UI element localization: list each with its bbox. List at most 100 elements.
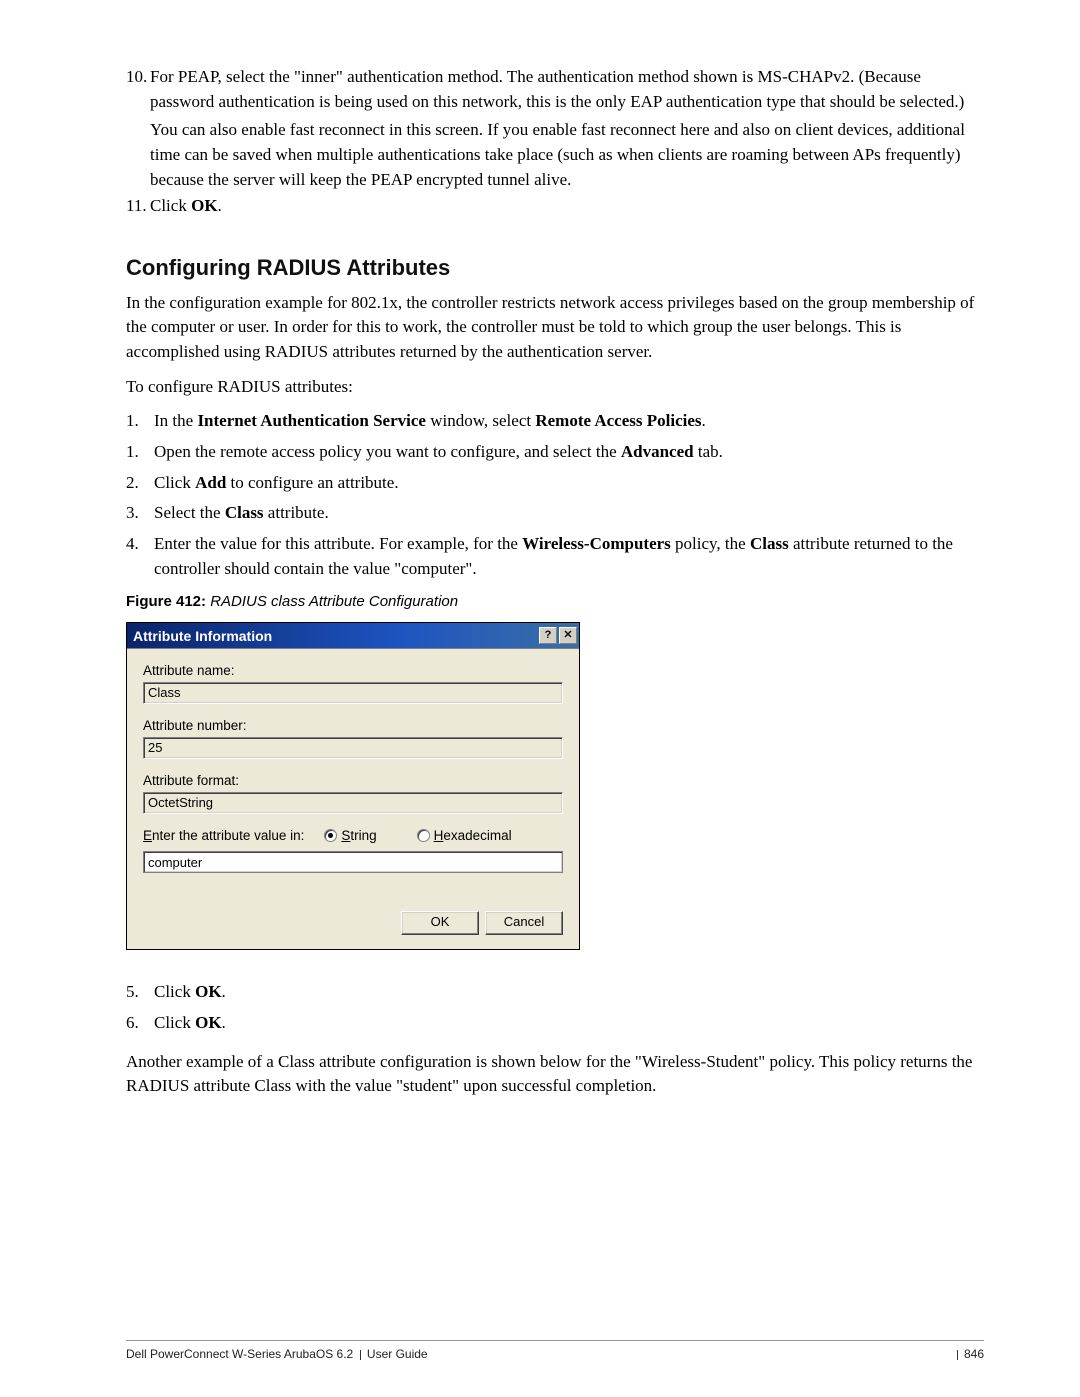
attribute-number-label: Attribute number:: [143, 718, 563, 733]
step-number: 4.: [126, 532, 148, 581]
radio-string-rest: tring: [350, 828, 376, 843]
footer-divider-icon: [957, 1350, 958, 1360]
step-number: 1.: [126, 409, 148, 434]
txt: .: [222, 982, 226, 1001]
radio-dot-icon: [328, 833, 333, 838]
step-number: 11.: [126, 194, 150, 219]
footer-page-number: 846: [964, 1347, 984, 1361]
txt: Open the remote access policy you want t…: [154, 442, 621, 461]
attribute-format-label: Attribute format:: [143, 773, 563, 788]
attribute-name-field: Class: [143, 682, 563, 704]
config-step-4: 4. Enter the value for this attribute. F…: [126, 532, 984, 581]
attribute-format-field: OctetString: [143, 792, 563, 814]
config-step-3: 3. Select the Class attribute.: [126, 501, 984, 526]
radio-icon: [324, 829, 337, 842]
lead-paragraph: To configure RADIUS attributes:: [126, 375, 984, 400]
txt-bold: Advanced: [621, 442, 694, 461]
txt: policy, the: [671, 534, 750, 553]
step-body: In the Internet Authentication Service w…: [154, 409, 984, 434]
txt-bold: Add: [195, 473, 226, 492]
step-11-suffix: .: [218, 196, 222, 215]
step-body: Click Add to configure an attribute.: [154, 471, 984, 496]
footer-left: Dell PowerConnect W-Series ArubaOS 6.2 U…: [126, 1347, 428, 1361]
step-body: Click OK.: [154, 1011, 984, 1036]
txt: to configure an attribute.: [226, 473, 398, 492]
txt-bold: Wireless-Computers: [522, 534, 671, 553]
step-body: Select the Class attribute.: [154, 501, 984, 526]
radio-row: Enter the attribute value in: String Hex…: [143, 828, 563, 843]
footer-product: Dell PowerConnect W-Series ArubaOS 6.2: [126, 1347, 353, 1361]
txt: .: [222, 1013, 226, 1032]
numbered-steps-continued: 10. For PEAP, select the "inner" authent…: [126, 65, 984, 219]
step-11-bold: OK: [191, 196, 217, 215]
page-content: 10. For PEAP, select the "inner" authent…: [0, 0, 1080, 1159]
footer-guide: User Guide: [367, 1347, 428, 1361]
txt-bold: Remote Access Policies: [535, 411, 701, 430]
step-body: Enter the value for this attribute. For …: [154, 532, 984, 581]
radio-hex-rest: exadecimal: [443, 828, 511, 843]
section-heading: Configuring RADIUS Attributes: [126, 255, 984, 281]
step-body: Click OK.: [154, 980, 984, 1005]
titlebar-buttons: ? ✕: [539, 627, 577, 644]
help-button[interactable]: ?: [539, 627, 557, 644]
txt: Click: [154, 473, 195, 492]
radio-string[interactable]: String: [324, 828, 376, 843]
dialog-titlebar[interactable]: Attribute Information ? ✕: [127, 623, 579, 649]
step-6: 6. Click OK.: [126, 1011, 984, 1036]
txt-bold: OK: [195, 1013, 221, 1032]
followup-steps: 5. Click OK. 6. Click OK.: [126, 980, 984, 1035]
step-10-p2: You can also enable fast reconnect in th…: [150, 118, 984, 192]
dialog-title: Attribute Information: [133, 628, 272, 644]
ok-button[interactable]: OK: [401, 911, 479, 935]
underline-H: H: [434, 828, 444, 843]
figure-caption: Figure 412: RADIUS class Attribute Confi…: [126, 593, 984, 610]
underline-E: E: [143, 828, 152, 843]
step-number: 5.: [126, 980, 148, 1005]
step-number: 2.: [126, 471, 148, 496]
radio-hex-label: Hexadecimal: [434, 828, 512, 843]
txt: Select the: [154, 503, 225, 522]
step-number: 10.: [126, 65, 150, 192]
step-number: 1.: [126, 440, 148, 465]
txt: Click: [154, 1013, 195, 1032]
step-body: For PEAP, select the "inner" authenticat…: [150, 65, 984, 192]
config-steps: 1. In the Internet Authentication Servic…: [126, 409, 984, 581]
txt: Click: [154, 982, 195, 1001]
footer-row: Dell PowerConnect W-Series ArubaOS 6.2 U…: [126, 1347, 984, 1361]
step-11: 11. Click OK.: [126, 194, 984, 219]
radio-hexadecimal[interactable]: Hexadecimal: [417, 828, 512, 843]
txt: tab.: [694, 442, 723, 461]
radio-prefix-rest: nter the attribute value in:: [152, 828, 304, 843]
txt-bold: Internet Authentication Service: [197, 411, 426, 430]
txt: attribute.: [264, 503, 329, 522]
radio-prefix-label: Enter the attribute value in:: [143, 828, 304, 843]
txt-bold: Class: [750, 534, 789, 553]
outro-paragraph: Another example of a Class attribute con…: [126, 1050, 984, 1099]
figure-caption-text: RADIUS class Attribute Configuration: [206, 593, 458, 610]
config-step-1b: 1. Open the remote access policy you wan…: [126, 440, 984, 465]
close-button[interactable]: ✕: [559, 627, 577, 644]
cancel-button[interactable]: Cancel: [485, 911, 563, 935]
attribute-value-input[interactable]: [143, 851, 563, 873]
step-number: 3.: [126, 501, 148, 526]
radio-icon: [417, 829, 430, 842]
txt: .: [702, 411, 706, 430]
page-footer: Dell PowerConnect W-Series ArubaOS 6.2 U…: [0, 1340, 1080, 1361]
step-11-text: Click OK.: [150, 194, 984, 219]
step-number: 6.: [126, 1011, 148, 1036]
intro-paragraph: In the configuration example for 802.1x,…: [126, 291, 984, 365]
figure-label: Figure 412:: [126, 593, 206, 610]
config-step-1a: 1. In the Internet Authentication Servic…: [126, 409, 984, 434]
config-step-2: 2. Click Add to configure an attribute.: [126, 471, 984, 496]
attribute-name-label: Attribute name:: [143, 663, 563, 678]
step-10: 10. For PEAP, select the "inner" authent…: [126, 65, 984, 192]
step-body: Open the remote access policy you want t…: [154, 440, 984, 465]
dialog-button-row: OK Cancel: [143, 911, 563, 935]
step-11-prefix: Click: [150, 196, 191, 215]
step-body: Click OK.: [150, 194, 984, 219]
step-5: 5. Click OK.: [126, 980, 984, 1005]
txt: Enter the value for this attribute. For …: [154, 534, 522, 553]
radio-string-label: String: [341, 828, 376, 843]
txt: In the: [154, 411, 197, 430]
footer-divider-icon: [360, 1350, 361, 1360]
